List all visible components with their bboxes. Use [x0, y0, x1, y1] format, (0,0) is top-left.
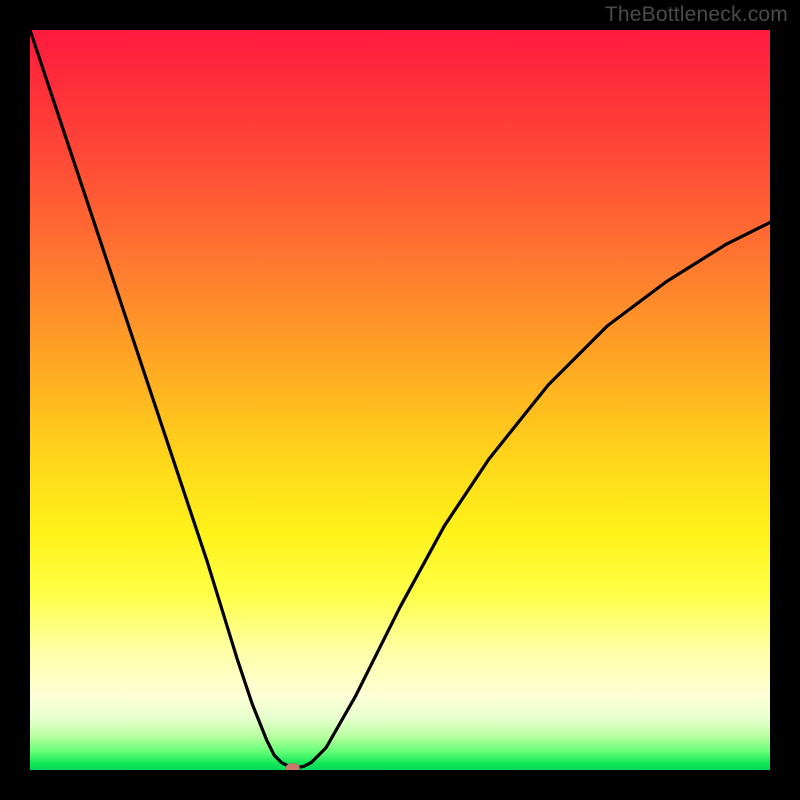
- optimal-point-marker: [286, 764, 300, 770]
- bottleneck-curve: [30, 30, 770, 768]
- plot-area: [30, 30, 770, 770]
- chart-frame: TheBottleneck.com: [0, 0, 800, 800]
- curve-svg: [30, 30, 770, 770]
- watermark-text: TheBottleneck.com: [605, 3, 788, 27]
